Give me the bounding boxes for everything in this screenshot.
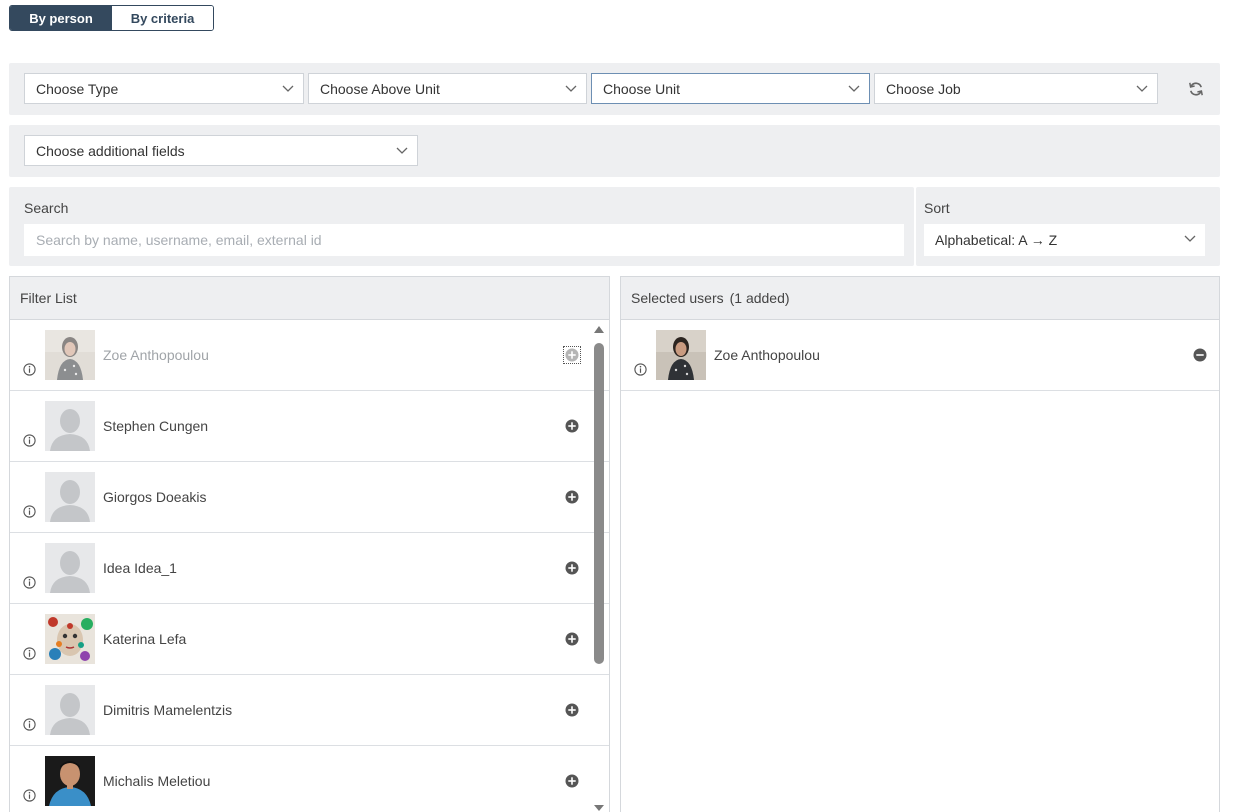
search-label: Search — [24, 200, 69, 216]
list-item: Stephen Cungen — [10, 391, 609, 462]
user-name: Katerina Lefa — [103, 631, 187, 647]
user-name: Stephen Cungen — [103, 418, 209, 434]
selected-user-item: Zoe Anthopoulou — [621, 320, 1219, 391]
by-criteria-tab[interactable]: By criteria — [112, 6, 213, 30]
user-name: Michalis Meletiou — [103, 773, 211, 789]
info-icon[interactable] — [23, 576, 36, 589]
unit-select-value: Choose Unit — [603, 80, 681, 97]
art-photo — [45, 614, 95, 664]
scroll-up-arrow-icon[interactable] — [593, 325, 605, 334]
info-icon[interactable] — [23, 505, 36, 518]
remove-circle-icon[interactable] — [1193, 348, 1207, 362]
by-person-tab[interactable]: By person — [10, 6, 112, 30]
man-photo — [45, 756, 95, 806]
chevron-down-icon — [565, 85, 577, 92]
info-icon[interactable] — [23, 647, 36, 660]
chevron-down-icon — [282, 85, 294, 92]
unit-select[interactable]: Choose Unit — [591, 73, 870, 104]
above-unit-select[interactable]: Choose Above Unit — [308, 73, 587, 104]
filter-list-title: Filter List — [20, 290, 77, 306]
add-circle-icon[interactable] — [565, 703, 579, 717]
selected-users-header: Selected users (1 added) — [621, 277, 1219, 320]
selected-users-title: Selected users — [631, 290, 724, 306]
job-select-value: Choose Job — [886, 80, 961, 97]
user-name: Dimitris Mamelentzis — [103, 702, 233, 718]
mode-toggle: By person By criteria — [9, 5, 214, 31]
above-unit-select-value: Choose Above Unit — [320, 80, 440, 97]
type-select-value: Choose Type — [36, 80, 119, 97]
user-name: Giorgos Doeakis — [103, 489, 207, 505]
info-icon[interactable] — [23, 789, 36, 802]
list-item: Idea Idea_1 — [10, 533, 609, 604]
add-circle-icon[interactable] — [565, 419, 579, 433]
list-item: Katerina Lefa — [10, 604, 609, 675]
info-icon[interactable] — [23, 718, 36, 731]
refresh-icon[interactable] — [1188, 81, 1204, 97]
list-item: Giorgos Doeakis — [10, 462, 609, 533]
sort-label: Sort — [924, 200, 950, 216]
selected-count: (1 added) — [729, 290, 790, 306]
default-avatar — [45, 685, 95, 735]
add-circle-icon[interactable] — [565, 632, 579, 646]
woman-photo — [656, 330, 706, 380]
user-name: Idea Idea_1 — [103, 560, 177, 576]
list-item: Dimitris Mamelentzis — [10, 675, 609, 746]
job-select[interactable]: Choose Job — [874, 73, 1158, 104]
default-avatar — [45, 543, 95, 593]
sort-select[interactable]: Alphabetical: A → Z — [924, 224, 1205, 256]
chevron-down-icon — [848, 85, 860, 92]
info-icon[interactable] — [634, 363, 647, 376]
scroll-down-arrow-icon[interactable] — [593, 804, 605, 812]
filter-list-header: Filter List — [10, 277, 609, 320]
default-avatar — [45, 401, 95, 451]
sort-select-value: Alphabetical: A → Z — [935, 232, 1058, 248]
filter-list: Filter List Zoe Anthopoulou Stephen Cung… — [9, 276, 610, 812]
additional-fields-select-value: Choose additional fields — [36, 142, 185, 159]
additional-fields-select[interactable]: Choose additional fields — [24, 135, 418, 166]
user-name: Zoe Anthopoulou — [714, 347, 820, 363]
add-circle-icon[interactable] — [563, 346, 581, 364]
info-icon[interactable] — [23, 434, 36, 447]
chevron-down-icon — [396, 147, 408, 154]
default-avatar — [45, 472, 95, 522]
add-circle-icon[interactable] — [565, 561, 579, 575]
type-select[interactable]: Choose Type — [24, 73, 304, 104]
add-circle-icon[interactable] — [565, 774, 579, 788]
chevron-down-icon — [1136, 85, 1148, 92]
user-name: Zoe Anthopoulou — [103, 347, 209, 363]
info-icon[interactable] — [23, 363, 36, 376]
list-item: Michalis Meletiou — [10, 746, 609, 812]
list-item: Zoe Anthopoulou — [10, 320, 609, 391]
selected-users-list: Selected users (1 added) Zoe Anthopoulou — [620, 276, 1220, 812]
add-circle-icon[interactable] — [565, 490, 579, 504]
woman-photo — [45, 330, 95, 380]
scrollbar-thumb[interactable] — [594, 343, 604, 664]
search-input[interactable] — [24, 224, 904, 256]
chevron-down-icon — [1184, 235, 1196, 242]
